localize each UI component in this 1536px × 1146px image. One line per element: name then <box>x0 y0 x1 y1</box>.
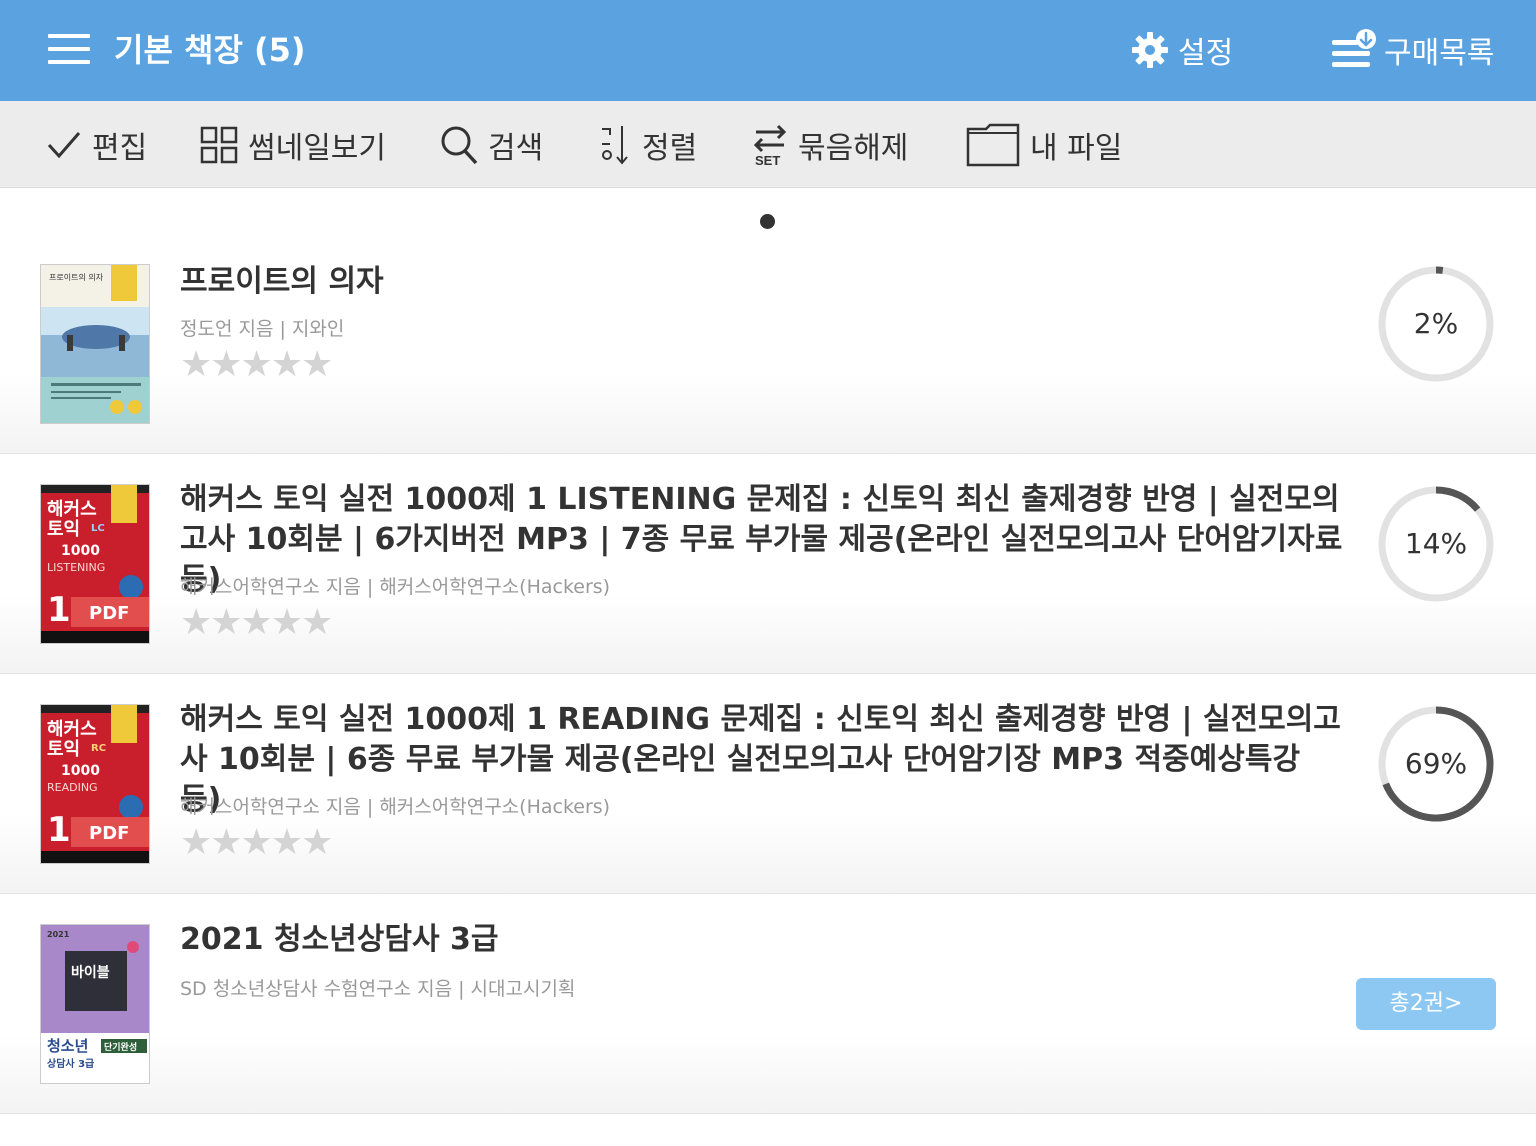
book-author-publisher: SD 청소년상담사 수험연구소 지음 | 시대고시기획 <box>180 978 576 1000</box>
book-cover[interactable]: 2021 바이블 청소년 상담사 3급 단기완성 <box>40 924 150 1084</box>
ungroup-sub-label: SET <box>755 153 780 167</box>
sort-icon <box>602 125 628 165</box>
svg-text:1: 1 <box>47 590 71 630</box>
checkmark-icon <box>47 131 81 158</box>
thumbnail-label: 썸네일보기 <box>248 130 386 166</box>
svg-text:상담사 3급: 상담사 3급 <box>47 1057 94 1070</box>
book-author-publisher: 해커스어학연구소 지음 | 해커스어학연구소(Hackers) <box>180 576 611 598</box>
svg-text:1000: 1000 <box>61 763 100 779</box>
svg-text:PDF: PDF <box>89 603 129 624</box>
sort-button[interactable]: 정렬 <box>598 101 697 188</box>
app-header: 기본 책장 (5) 설정 구매목록 <box>0 0 1536 101</box>
star-rating[interactable]: ★★★★★ <box>180 602 333 643</box>
book-row[interactable]: 해커스 토익 LC 1000 LISTENING 1 PDF 해커스 토익 실전… <box>0 474 1536 674</box>
reading-progress: 14% <box>1376 484 1496 604</box>
book-row[interactable]: 2021 바이블 청소년 상담사 3급 단기완성 2021 청소년상담사 3급 … <box>0 914 1536 1114</box>
svg-text:바이블: 바이블 <box>71 964 110 981</box>
book-row[interactable]: 해커스 토익 RC 1000 READING 1 PDF 해커스 토익 실전 1… <box>0 694 1536 894</box>
progress-percent: 2% <box>1413 307 1459 340</box>
toolbar: 편집 썸네일보기 검색 정렬 SET 묶음해제 내 파일 <box>0 101 1536 188</box>
reading-progress: 2% <box>1376 264 1496 384</box>
search-icon <box>441 126 478 164</box>
book-title[interactable]: 프로이트의 의자 <box>180 262 1350 302</box>
swap-arrows-icon: SET <box>753 124 787 167</box>
shelf-title: 기본 책장 (5) <box>114 31 306 69</box>
grid-icon <box>200 126 238 163</box>
svg-text:2021: 2021 <box>47 930 70 939</box>
settings-label: 설정 <box>1178 36 1234 71</box>
download-list-icon <box>1332 29 1376 67</box>
thumbnail-view-button[interactable]: 썸네일보기 <box>200 101 386 188</box>
star-rating[interactable]: ★★★★★ <box>180 344 333 385</box>
settings-button[interactable]: 설정 <box>1130 28 1233 72</box>
ungroup-button[interactable]: SET 묶음해제 <box>752 101 908 188</box>
book-author-publisher: 해커스어학연구소 지음 | 해커스어학연구소(Hackers) <box>180 796 611 818</box>
book-cover[interactable]: 프로이트의 의자 <box>40 264 150 424</box>
svg-text:토익: 토익 <box>47 519 80 540</box>
svg-text:LISTENING: LISTENING <box>47 561 105 574</box>
search-label: 검색 <box>488 130 544 166</box>
svg-text:LC: LC <box>91 523 105 534</box>
book-cover[interactable]: 해커스 토익 LC 1000 LISTENING 1 PDF <box>40 484 150 644</box>
svg-text:단기완성: 단기완성 <box>104 1041 137 1053</box>
svg-text:토익: 토익 <box>47 739 80 760</box>
progress-percent: 14% <box>1404 527 1468 560</box>
page-indicator-dot <box>760 214 775 229</box>
edit-button[interactable]: 편집 <box>46 101 147 188</box>
series-count-button[interactable]: 총2권> <box>1356 978 1496 1030</box>
my-files-button[interactable]: 내 파일 <box>966 101 1122 188</box>
reading-progress: 69% <box>1376 704 1496 824</box>
menu-icon[interactable] <box>48 34 90 64</box>
svg-text:프로이트의 의자: 프로이트의 의자 <box>49 272 104 282</box>
edit-label: 편집 <box>92 130 148 166</box>
book-row[interactable]: 프로이트의 의자 프로이트의 의자 정도언 지음 | 지와인 ★★★★★ 2% <box>0 254 1536 454</box>
book-cover[interactable]: 해커스 토익 RC 1000 READING 1 PDF <box>40 704 150 864</box>
purchases-label: 구매목록 <box>1384 36 1495 71</box>
svg-text:1000: 1000 <box>61 543 100 559</box>
search-button[interactable]: 검색 <box>440 101 543 188</box>
svg-text:해커스: 해커스 <box>47 719 97 740</box>
my-files-label: 내 파일 <box>1030 130 1123 166</box>
svg-text:PDF: PDF <box>89 823 129 844</box>
book-author-publisher: 정도언 지음 | 지와인 <box>180 318 345 340</box>
purchase-list-button[interactable]: 구매목록 <box>1330 28 1494 72</box>
gear-icon <box>1132 32 1168 68</box>
svg-text:1: 1 <box>47 810 71 850</box>
svg-text:청소년: 청소년 <box>47 1037 88 1055</box>
ungroup-label: 묶음해제 <box>798 130 909 166</box>
folder-icon <box>966 123 1020 166</box>
book-title[interactable]: 2021 청소년상담사 3급 <box>180 920 1350 960</box>
svg-text:해커스: 해커스 <box>47 499 97 520</box>
progress-percent: 69% <box>1404 747 1468 780</box>
star-rating[interactable]: ★★★★★ <box>180 822 333 863</box>
svg-text:READING: READING <box>47 781 98 794</box>
svg-text:RC: RC <box>91 743 106 754</box>
sort-label: 정렬 <box>642 130 698 166</box>
